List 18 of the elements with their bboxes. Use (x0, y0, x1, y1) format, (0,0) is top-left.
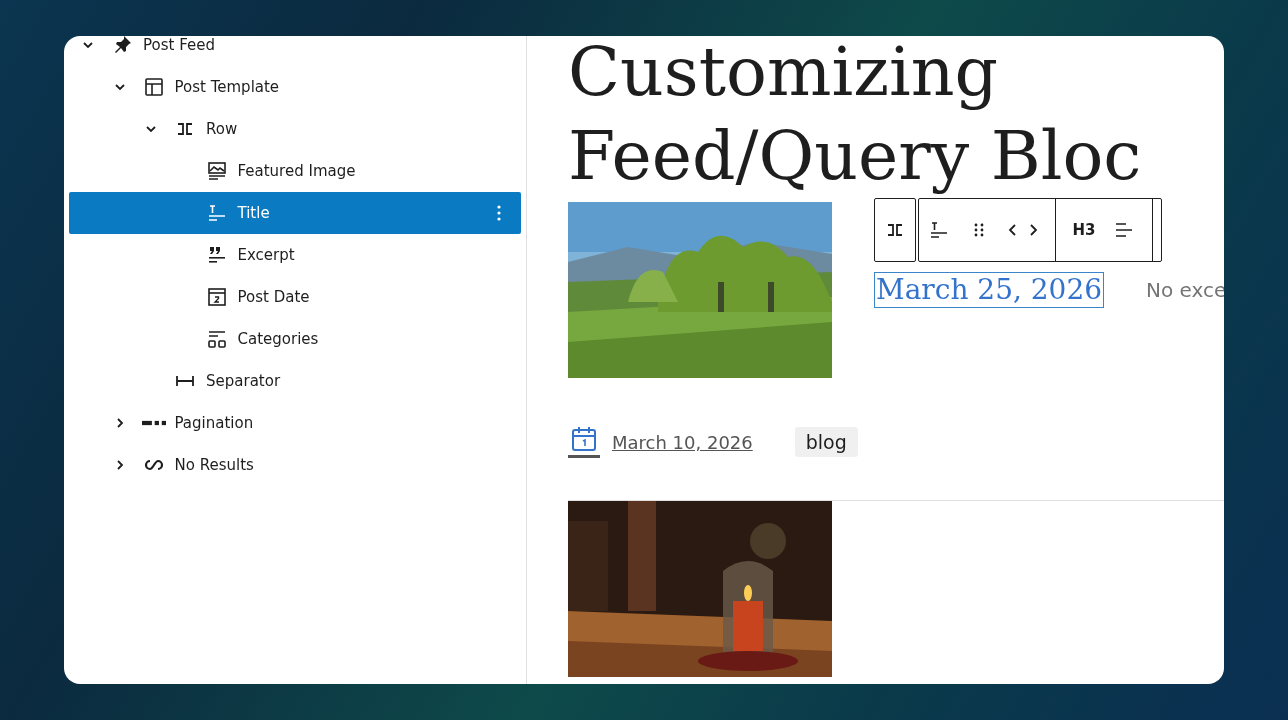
category-tag[interactable]: blog (794, 427, 858, 457)
heading-level-button[interactable]: H3 (1064, 206, 1104, 254)
tree-item[interactable]: Excerpt (69, 234, 521, 276)
tree-item[interactable]: Post Date (69, 276, 521, 318)
tree-item[interactable]: Featured Image (69, 150, 521, 192)
tree-item[interactable]: No Results (69, 444, 521, 486)
tree-item[interactable]: Post Template (69, 66, 521, 108)
tree-item[interactable]: Pagination (69, 402, 521, 444)
tree-item[interactable]: Separator (69, 360, 521, 402)
calendar-icon (568, 425, 602, 459)
tree-item[interactable]: Row (69, 108, 521, 150)
post-date-link[interactable]: March 10, 2026 (612, 431, 753, 453)
tree-item[interactable]: Title (69, 192, 521, 234)
pagination-icon (141, 420, 166, 426)
tree-item[interactable]: Categories (69, 318, 521, 360)
post-heading: Customizing Feed/Query Bloc (568, 36, 1143, 197)
post-date[interactable]: March 25, 2026 (874, 272, 1105, 308)
tree-item[interactable]: Post Feed (69, 36, 521, 66)
